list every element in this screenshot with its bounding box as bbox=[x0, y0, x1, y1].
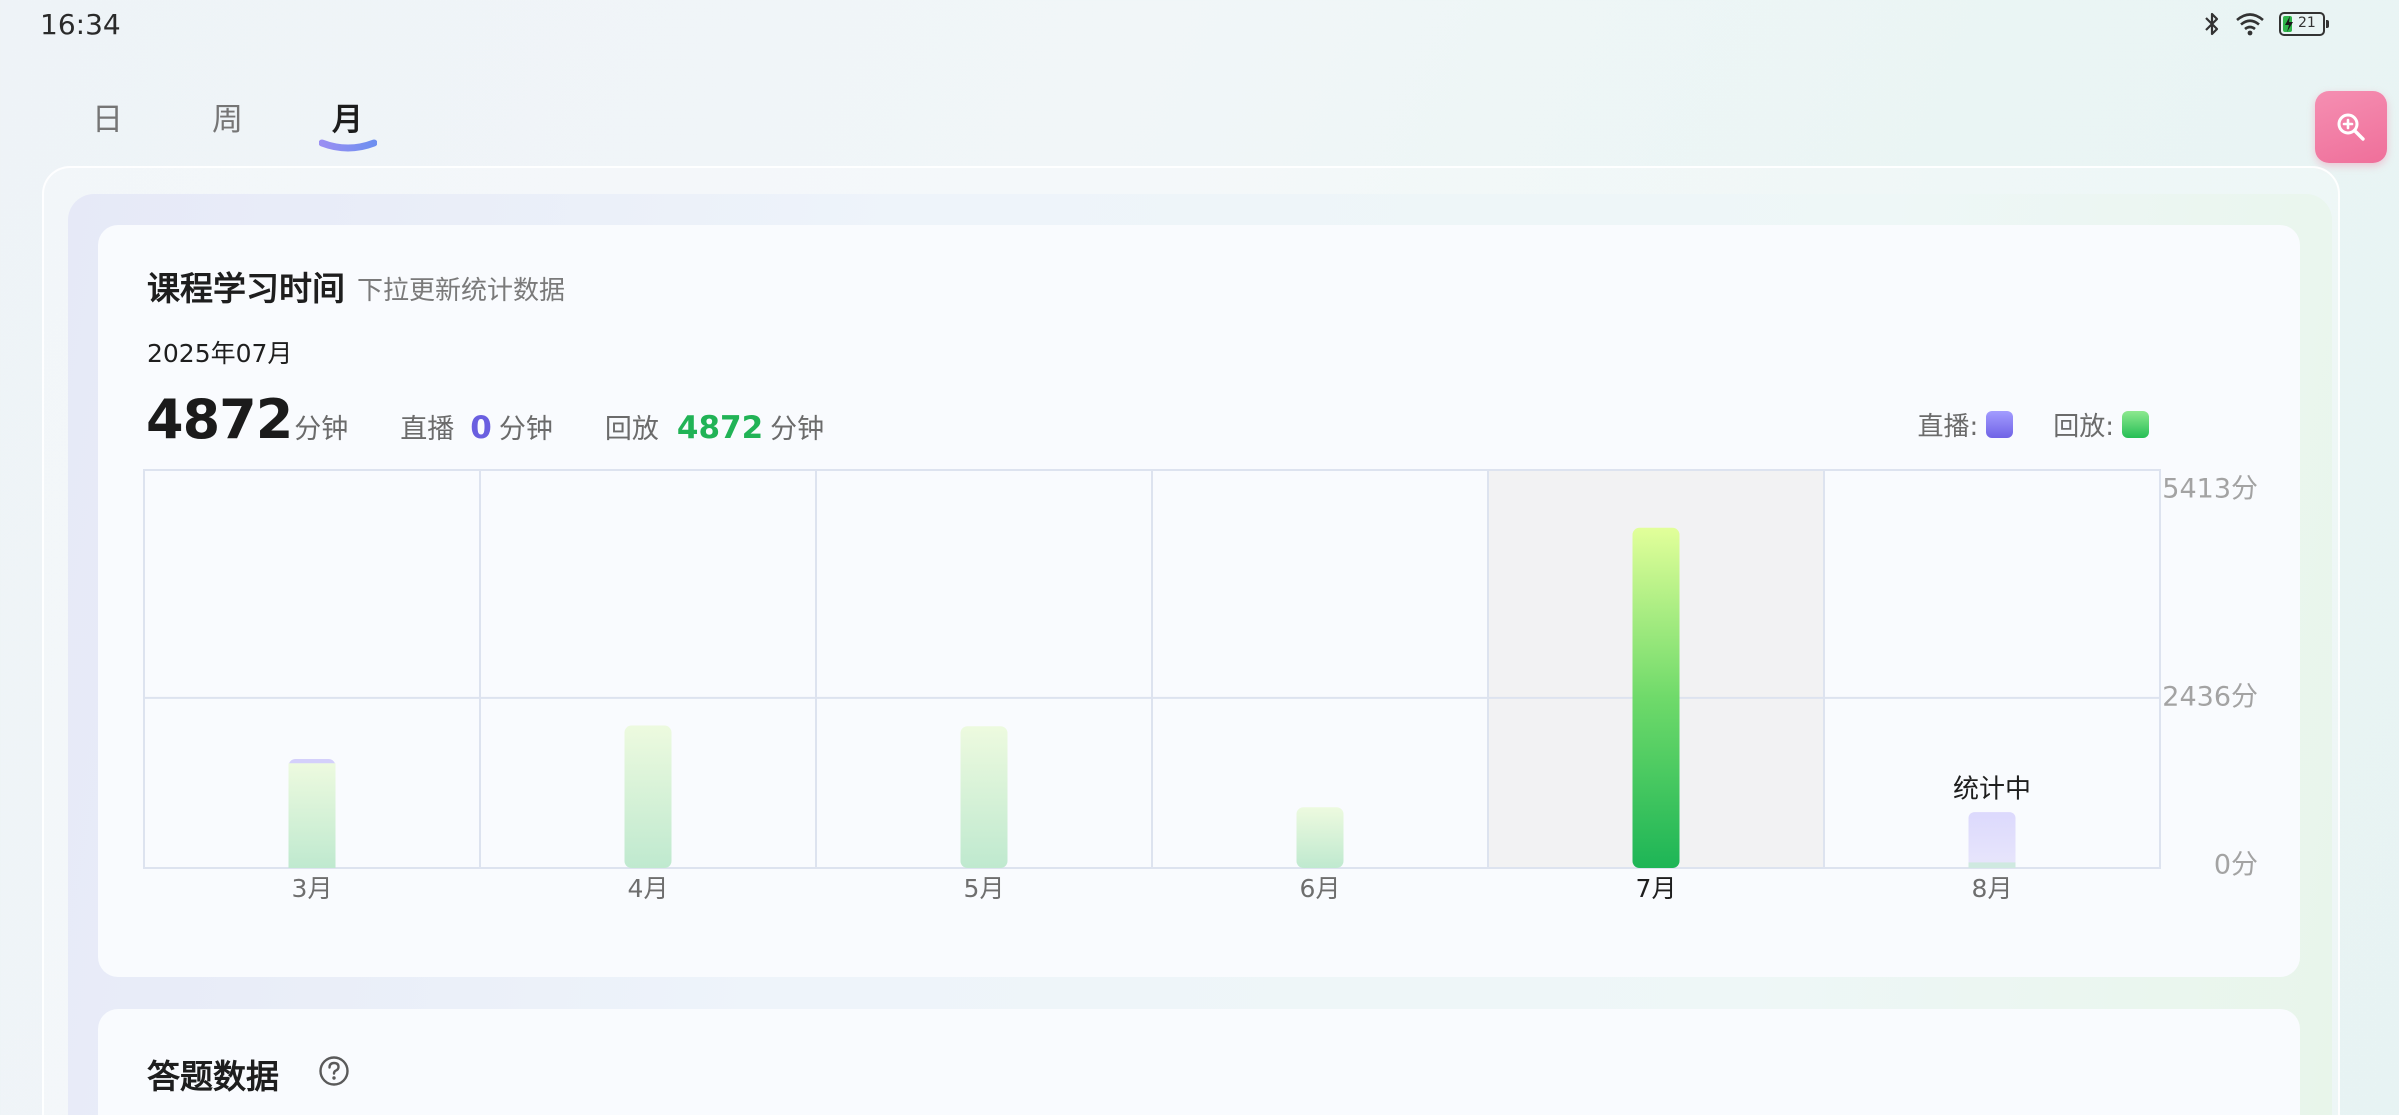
pending-label: 统计中 bbox=[1953, 775, 2031, 805]
y-tick-label: 0分 bbox=[2214, 850, 2258, 881]
y-tick-label: 5413分 bbox=[2162, 474, 2258, 505]
x-tick-label: 7月 bbox=[1636, 874, 1677, 903]
replay-bar bbox=[960, 726, 1008, 868]
x-tick-label: 5月 bbox=[964, 874, 1005, 903]
replay-bar bbox=[1968, 862, 2016, 868]
replay-bar bbox=[624, 725, 672, 868]
answer-data-title: 答题数据 bbox=[147, 1057, 279, 1096]
pending-bar bbox=[1968, 812, 2016, 868]
x-tick-label: 4月 bbox=[628, 874, 669, 903]
study-time-chart: 0分 2436分 5413分 3月 4月 5月 6月 7月 8月 统计中 bbox=[143, 469, 2258, 903]
replay-bar bbox=[1296, 807, 1344, 868]
replay-bar bbox=[1632, 527, 1680, 868]
replay-bar bbox=[288, 763, 336, 868]
help-icon[interactable] bbox=[318, 1055, 350, 1087]
x-tick-label: 6月 bbox=[1300, 874, 1341, 903]
x-tick-label: 3月 bbox=[292, 874, 333, 903]
y-tick-label: 2436分 bbox=[2162, 681, 2258, 712]
x-tick-label: 8月 bbox=[1972, 874, 2013, 903]
